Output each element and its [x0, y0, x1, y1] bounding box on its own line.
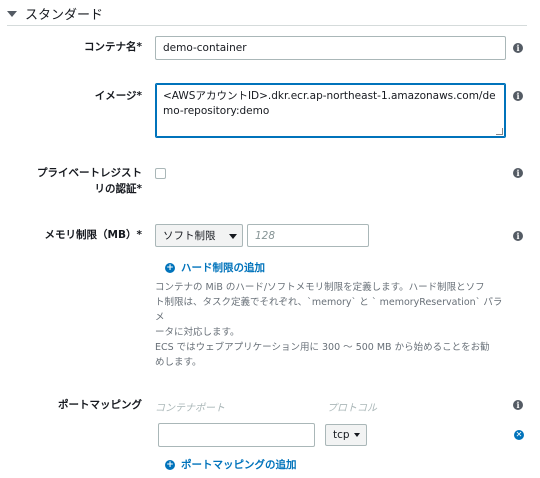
add-hard-limit-label: ハード制限の追加: [181, 262, 265, 274]
plus-circle-icon: +: [165, 459, 175, 470]
private-registry-label-line2: リの認証*: [94, 183, 143, 195]
memory-help-text: コンテナの MiB のハード/ソフトメモリ制限を定義します。ハード制限とソフ ト…: [155, 280, 510, 370]
add-hard-limit-link[interactable]: + ハード制限の追加: [165, 260, 265, 275]
private-registry-checkbox[interactable]: [155, 168, 166, 179]
container-name-label: コンテナ名*: [84, 41, 142, 53]
image-value: <AWSアカウントID>.dkr.ecr.ap-northeast-1.amaz…: [163, 90, 496, 117]
info-icon[interactable]: i: [513, 168, 523, 178]
chevron-down-icon: [229, 234, 237, 239]
info-icon[interactable]: i: [513, 91, 523, 101]
container-port-column-header: コンテナポート: [155, 403, 225, 414]
memory-limit-select-value: ソフト制限: [163, 230, 216, 242]
private-registry-label-line1: プライベートレジスト: [37, 167, 142, 179]
protocol-column-header: プロトコル: [327, 403, 377, 414]
plus-circle-icon: +: [165, 262, 175, 273]
image-label: イメージ*: [94, 90, 142, 102]
protocol-select-value: tcp: [333, 429, 350, 441]
help-line: ト制限は、タスク定義でそれぞれ、`memory` と ` memoryReser…: [155, 297, 503, 323]
caret-down-icon[interactable]: [7, 11, 17, 17]
memory-value-placeholder: 128: [255, 230, 276, 242]
container-name-input[interactable]: demo-container: [155, 36, 506, 60]
port-mapping-label: ポートマッピング: [58, 399, 142, 411]
section-title: スタンダード: [25, 7, 104, 23]
info-icon[interactable]: i: [513, 400, 523, 410]
memory-label: メモリ制限（MB）*: [44, 229, 142, 241]
private-registry-label: プライベートレジスト リの認証*: [20, 165, 142, 197]
help-line: ータに対応します。: [155, 327, 240, 338]
memory-value-input[interactable]: 128: [247, 224, 369, 247]
protocol-select[interactable]: tcp: [325, 424, 367, 446]
remove-circle-icon[interactable]: ✕: [514, 430, 524, 440]
info-icon[interactable]: i: [513, 43, 523, 53]
section-header[interactable]: スタンダード: [7, 3, 103, 23]
divider: [7, 25, 527, 26]
add-port-mapping-label: ポートマッピングの追加: [181, 459, 297, 471]
help-line: めします。: [155, 357, 202, 368]
container-port-input[interactable]: [158, 423, 315, 447]
resize-grip-icon[interactable]: [496, 128, 503, 135]
image-textarea[interactable]: <AWSアカウントID>.dkr.ecr.ap-northeast-1.amaz…: [155, 83, 506, 138]
help-line: コンテナの MiB のハード/ソフトメモリ制限を定義します。ハード制限とソフ: [155, 282, 485, 293]
add-port-mapping-link[interactable]: + ポートマッピングの追加: [165, 457, 297, 472]
help-line: ECS ではウェブアプリケーション用に 300 〜 500 MB から始めること…: [155, 342, 490, 353]
info-icon[interactable]: i: [513, 231, 523, 241]
chevron-down-icon: [354, 433, 360, 437]
